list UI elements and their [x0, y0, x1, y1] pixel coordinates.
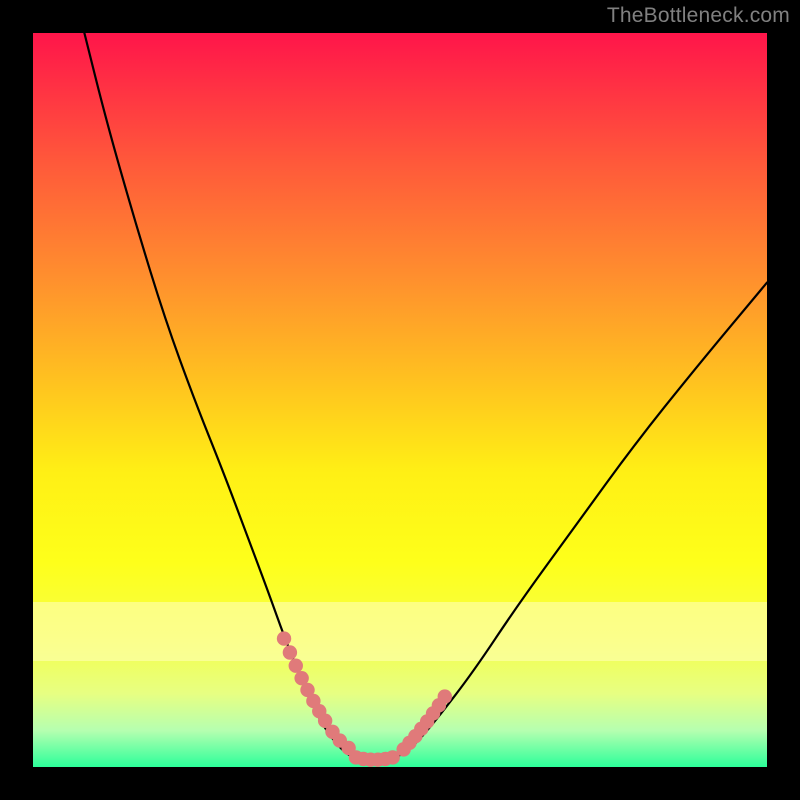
watermark-text: TheBottleneck.com — [607, 4, 790, 28]
curve-marker-dot — [385, 750, 399, 764]
bottleneck-curve-path — [84, 33, 767, 760]
curve-marker-dot — [283, 645, 297, 659]
curve-marker-dot — [289, 659, 303, 673]
curve-marker-dot — [277, 631, 291, 645]
curve-marker-dot — [438, 689, 452, 703]
plot-area — [33, 33, 767, 767]
marker-group — [277, 631, 452, 767]
curve-svg — [33, 33, 767, 767]
